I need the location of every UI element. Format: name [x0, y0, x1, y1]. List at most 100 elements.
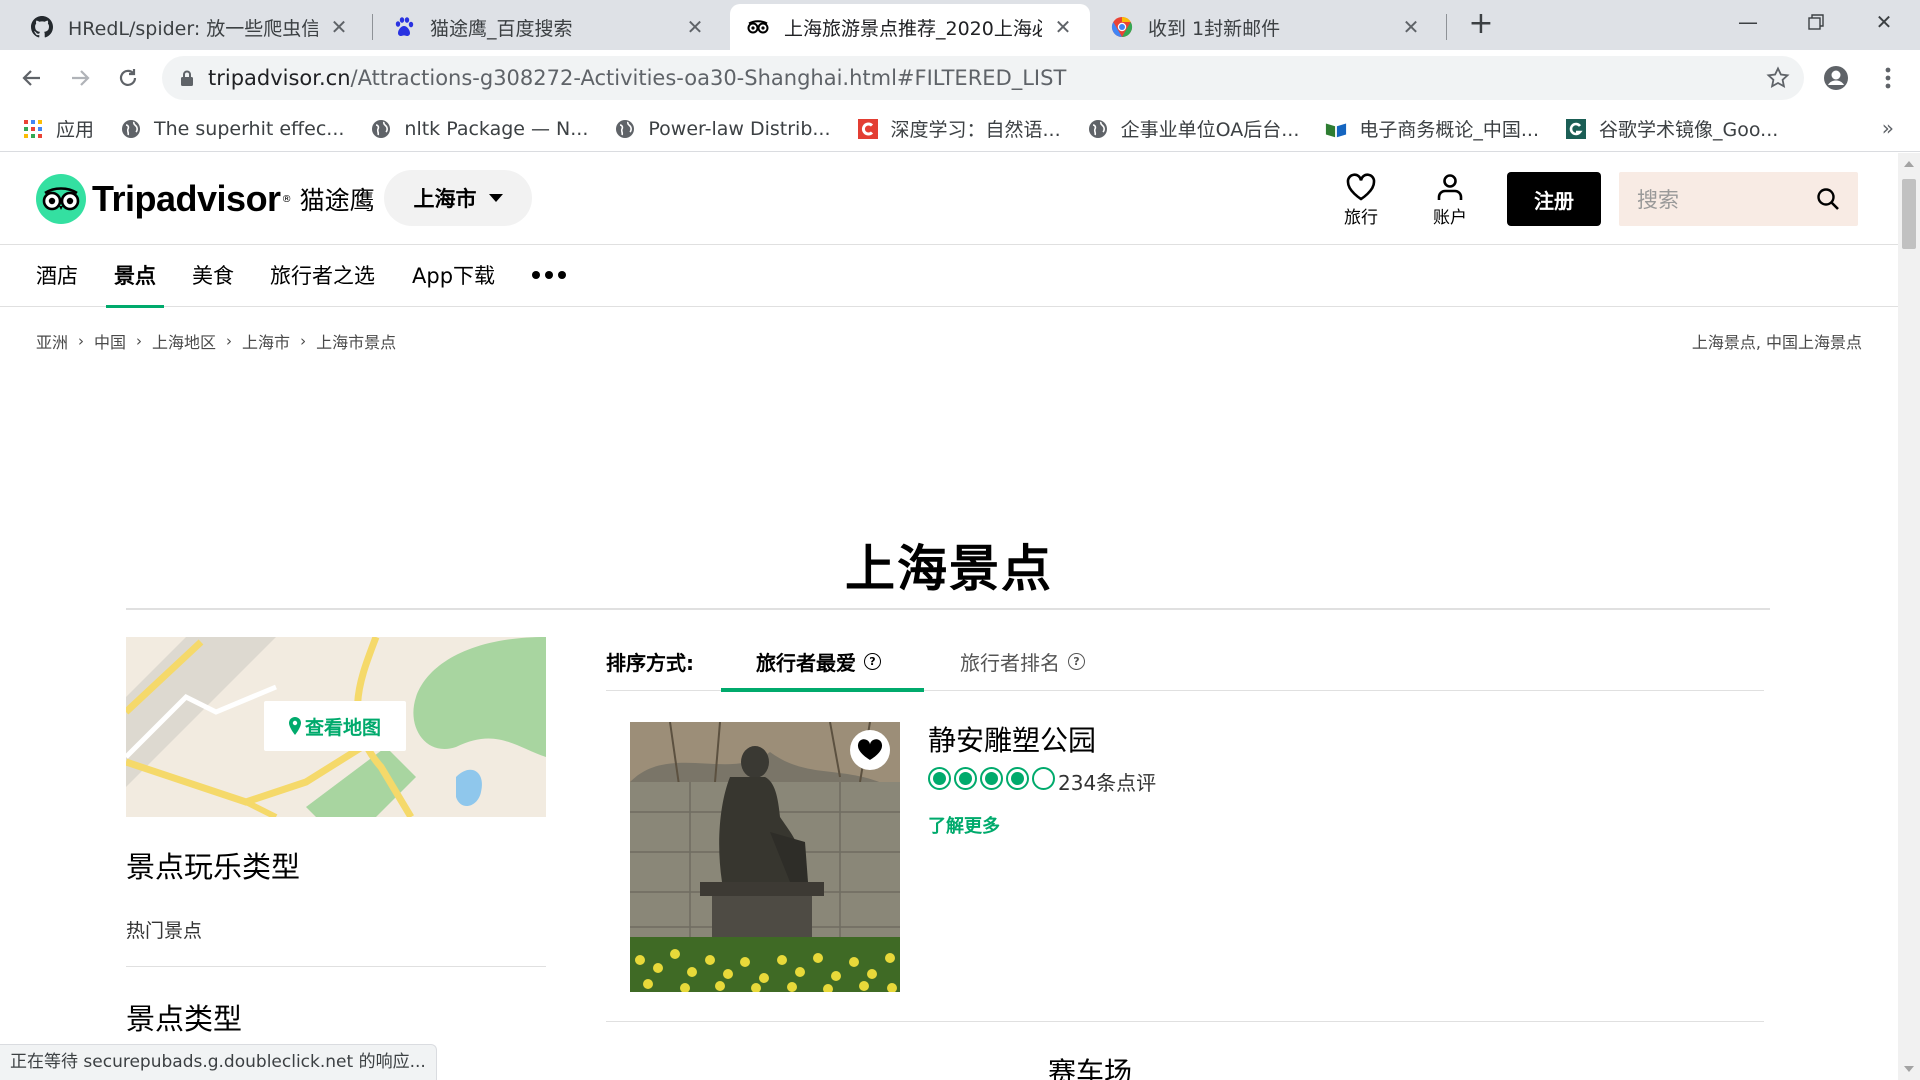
save-heart-button[interactable] — [850, 730, 890, 770]
account-button[interactable]: 账户 — [1420, 173, 1480, 228]
learn-more-link[interactable]: 了解更多 — [928, 812, 1000, 838]
reload-button[interactable] — [110, 60, 146, 96]
github-icon — [30, 15, 54, 39]
breadcrumb-item[interactable]: 上海市 — [242, 329, 290, 353]
sort-tab-favorites[interactable]: 旅行者最爱 ? — [756, 647, 881, 676]
bookmark-apps[interactable]: 应用 — [22, 115, 94, 142]
arrow-left-icon — [22, 70, 40, 86]
tab-mail[interactable]: 收到 1封新邮件 ✕ — [1094, 4, 1438, 50]
close-icon[interactable]: ✕ — [328, 15, 350, 39]
page-scrollbar[interactable] — [1898, 153, 1920, 1080]
tab-tripadvisor[interactable]: 上海旅游景点推荐_2020上海必去 ✕ — [730, 4, 1090, 50]
nav-attractions[interactable]: 景点 — [106, 245, 164, 308]
bookmark-label: 深度学习：自然语... — [890, 119, 1061, 141]
browser-toolbar: tripadvisor.cn/Attractions-g308272-Activ… — [0, 50, 1920, 106]
account-label: 账户 — [1433, 208, 1467, 228]
bookmark-item[interactable]: 企事业单位OA后台... — [1087, 115, 1300, 142]
globe-icon — [370, 118, 392, 140]
geo-selector[interactable]: 上海市 — [384, 170, 532, 226]
search-placeholder: 搜索 — [1637, 188, 1679, 212]
tripadvisor-logo[interactable]: Tripadvisor ® 猫途鹰 — [36, 174, 375, 224]
signup-button[interactable]: 注册 — [1507, 172, 1601, 226]
rating-bubble — [1032, 767, 1055, 790]
bookmark-star-icon[interactable] — [1766, 66, 1790, 90]
chevron-right-icon: › — [226, 332, 233, 350]
bookmark-label: 企事业单位OA后台... — [1120, 119, 1300, 141]
tab-separator — [1446, 14, 1447, 40]
bookmark-item[interactable]: Power-law Distrib... — [614, 117, 831, 140]
breadcrumb-item[interactable]: 上海地区 — [152, 329, 216, 353]
profile-button[interactable] — [1818, 60, 1854, 96]
breadcrumb-item: 上海市景点 — [316, 333, 397, 352]
registered-mark: ® — [281, 193, 292, 205]
address-bar[interactable]: tripadvisor.cn/Attractions-g308272-Activ… — [162, 56, 1804, 100]
back-button[interactable] — [14, 60, 50, 96]
mail-icon — [1110, 15, 1134, 39]
rating-bubble — [954, 767, 977, 790]
search-input[interactable]: 搜索 — [1619, 172, 1858, 226]
close-icon[interactable]: ✕ — [684, 15, 706, 39]
globe-icon — [614, 118, 636, 140]
nav-travelers-choice[interactable]: 旅行者之选 — [270, 245, 375, 307]
chevron-right-icon: › — [78, 332, 85, 350]
restore-button[interactable] — [1786, 0, 1846, 44]
bookmark-label: The superhit effec... — [154, 117, 345, 140]
rating-bubble — [1006, 767, 1029, 790]
filter-section-title: 景点玩乐类型 — [126, 850, 301, 884]
review-count[interactable]: 234条点评 — [1058, 767, 1156, 796]
apps-grid-icon — [22, 118, 44, 140]
new-tab-button[interactable]: + — [1466, 9, 1496, 40]
profile-icon — [1824, 66, 1848, 90]
menu-button[interactable] — [1870, 60, 1906, 96]
bookmark-label: Power-law Distrib... — [648, 117, 831, 140]
bookmark-label: 谷歌学术镜像_Goo... — [1599, 119, 1779, 141]
divider — [126, 608, 1770, 610]
site-header: Tripadvisor ® 猫途鹰 上海市 旅行 账户 注册 搜索 — [0, 153, 1898, 245]
active-tab-indicator — [721, 688, 924, 692]
divider — [606, 1021, 1764, 1022]
trips-label: 旅行 — [1344, 208, 1378, 228]
close-icon[interactable]: ✕ — [1052, 15, 1074, 39]
heart-filled-icon — [857, 739, 883, 760]
scroll-down-icon[interactable] — [1904, 1066, 1914, 1072]
filter-option[interactable]: 热门景点 — [126, 916, 202, 943]
listing-title[interactable]: 静安雕塑公园 — [928, 719, 1096, 759]
trips-button[interactable]: 旅行 — [1331, 173, 1391, 228]
listing-title[interactable]: 赛车场 — [1048, 1051, 1132, 1080]
rating-bubble — [928, 767, 951, 790]
help-icon[interactable]: ? — [1068, 653, 1085, 670]
bookmark-item[interactable]: 电子商务概论_中国... — [1325, 115, 1539, 142]
nav-restaurants[interactable]: 美食 — [192, 245, 234, 307]
tab-baidu[interactable]: 猫途鹰_百度搜索 ✕ — [376, 4, 722, 50]
lock-icon[interactable] — [180, 70, 194, 87]
nav-app-download[interactable]: App下载 — [412, 245, 495, 307]
close-icon[interactable]: ✕ — [1400, 15, 1422, 39]
bookmarks-overflow-button[interactable]: » — [1882, 116, 1894, 140]
nav-hotels[interactable]: 酒店 — [36, 245, 78, 307]
sort-tab-label: 旅行者最爱 — [756, 651, 856, 675]
more-icon[interactable] — [532, 271, 566, 279]
breadcrumb-item[interactable]: 中国 — [94, 329, 126, 353]
map-preview[interactable]: 查看地图 — [126, 637, 546, 817]
close-window-button[interactable]: ✕ — [1854, 0, 1914, 44]
book-icon — [1325, 118, 1347, 140]
minimize-button[interactable]: — — [1718, 0, 1778, 44]
tab-separator — [372, 14, 373, 40]
view-map-label: 查看地图 — [304, 716, 381, 739]
bookmark-item[interactable]: nltk Package — N... — [370, 118, 588, 140]
sort-tab-ranking[interactable]: 旅行者排名 ? — [960, 647, 1085, 676]
view-map-button[interactable]: 查看地图 — [264, 701, 406, 751]
caret-down-icon — [488, 194, 503, 202]
url-host: tripadvisor.cn — [208, 66, 351, 90]
bookmark-item[interactable]: 深度学习：自然语... — [857, 115, 1061, 142]
forward-button[interactable] — [62, 60, 98, 96]
scrollbar-thumb[interactable] — [1902, 179, 1916, 249]
bookmark-item[interactable]: The superhit effec... — [120, 118, 344, 140]
scroll-up-icon[interactable] — [1904, 161, 1914, 167]
tab-github[interactable]: HRedL/spider: 放一些爬虫信息 ✕ — [14, 4, 366, 50]
help-icon[interactable]: ? — [864, 653, 881, 670]
status-bar: 正在等待 securepubads.g.doubleclick.net 的响应.… — [0, 1044, 437, 1080]
search-icon[interactable] — [1816, 187, 1840, 211]
bookmark-item[interactable]: 谷歌学术镜像_Goo... — [1565, 115, 1778, 142]
breadcrumb-item[interactable]: 亚洲 — [36, 329, 68, 353]
